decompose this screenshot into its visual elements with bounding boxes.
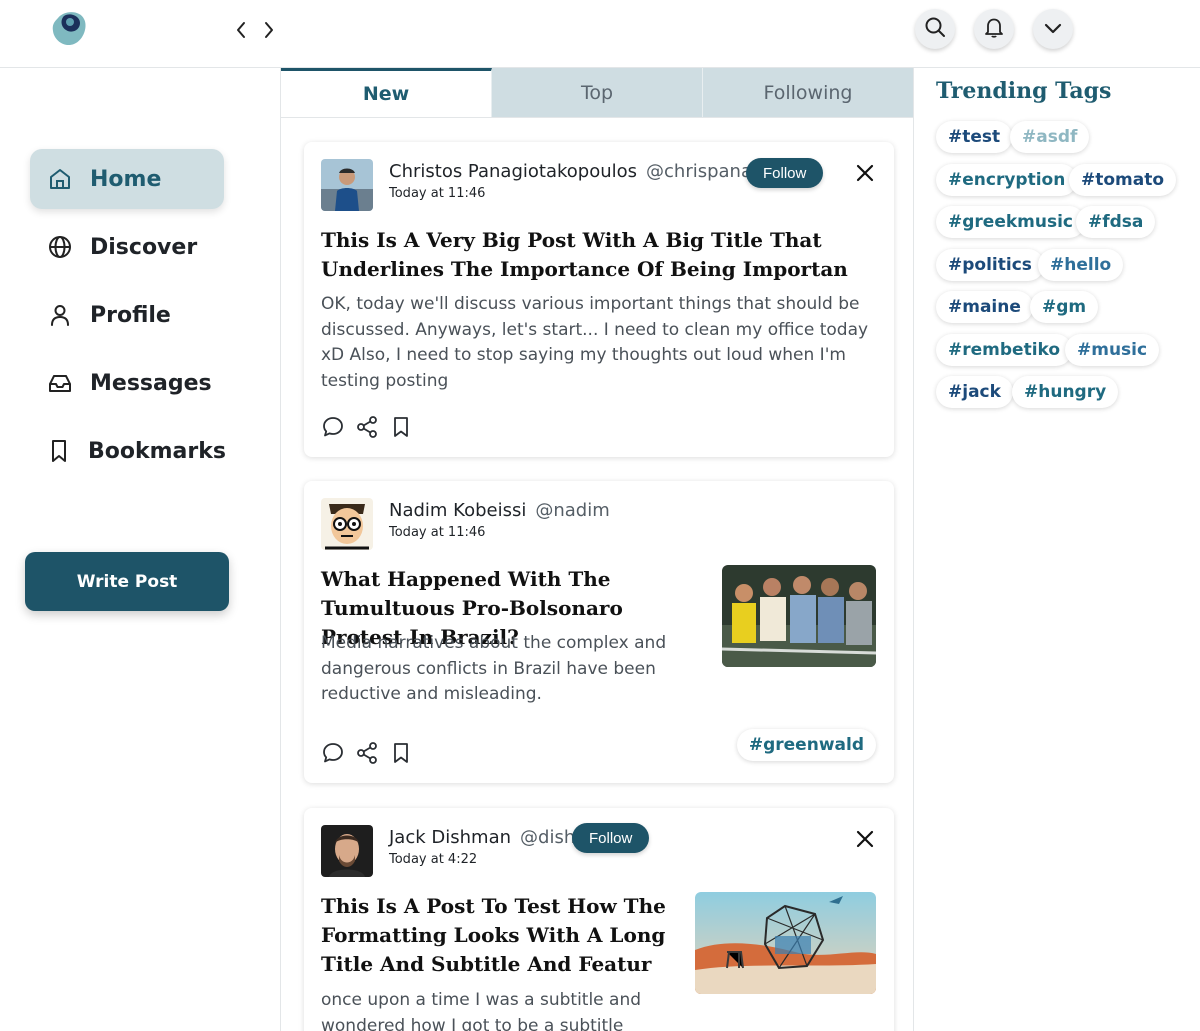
trending-tag[interactable]: #hello (1038, 249, 1124, 281)
left-sidebar: Home Discover Profile Messages Bookmarks… (0, 68, 280, 1031)
post-author: Jack Dishman @dish (389, 827, 575, 848)
sidebar-item-label: Profile (90, 302, 171, 328)
trending-tag[interactable]: #politics (936, 249, 1044, 281)
follow-button[interactable]: Follow (746, 158, 824, 188)
author-name[interactable]: Nadim Kobeissi (389, 500, 526, 521)
author-handle[interactable]: @dish (520, 827, 575, 848)
post-card[interactable]: Jack Dishman @dish Today at 4:22 Follow … (304, 808, 894, 1031)
post-tag[interactable]: #greenwald (736, 729, 876, 761)
sidebar-item-label: Bookmarks (88, 438, 226, 464)
post-actions (321, 415, 413, 439)
avatar[interactable] (321, 159, 373, 211)
avatar[interactable] (321, 498, 373, 550)
follow-button[interactable]: Follow (572, 823, 650, 853)
account-menu-button[interactable] (1033, 9, 1073, 49)
post-card[interactable]: Christos Panagiotakopoulos @chrispanag T… (304, 142, 894, 457)
trending-tag[interactable]: #fdsa (1076, 206, 1156, 238)
post-body: OK, today we'll discuss various importan… (321, 294, 869, 391)
write-post-button[interactable]: Write Post (25, 552, 229, 611)
sidebar-item-discover[interactable]: Discover (30, 217, 224, 277)
post-actions (321, 741, 413, 765)
post-card[interactable]: Nadim Kobeissi @nadim Today at 11:46 Wha… (304, 481, 894, 783)
bell-icon (983, 16, 1005, 42)
trending-tag[interactable]: #maine (936, 291, 1033, 323)
history-navigation (232, 16, 278, 44)
sidebar-item-label: Discover (90, 234, 198, 260)
trending-tag[interactable]: #jack (936, 376, 1013, 408)
trending-title: Trending Tags (936, 78, 1112, 104)
bookmark-icon (46, 437, 72, 465)
post-timestamp: Today at 11:46 (389, 525, 486, 540)
tab-new[interactable]: New (281, 68, 492, 117)
sidebar-item-profile[interactable]: Profile (30, 285, 224, 345)
trending-tag[interactable]: #tomato (1069, 164, 1177, 196)
app-logo[interactable] (50, 10, 90, 48)
trending-tag[interactable]: #gm (1030, 291, 1099, 323)
post-body: Media narratives about the complex and d… (321, 633, 667, 704)
post-author: Christos Panagiotakopoulos @chrispanag (389, 161, 763, 182)
globe-icon (46, 233, 74, 261)
sidebar-item-messages[interactable]: Messages (30, 353, 224, 413)
post-body: once upon a time I was a subtitle and wo… (321, 990, 642, 1031)
author-name[interactable]: Christos Panagiotakopoulos (389, 161, 637, 182)
share-icon[interactable] (355, 741, 379, 765)
close-icon[interactable] (854, 828, 876, 850)
chevron-down-icon (1044, 20, 1062, 39)
tab-following[interactable]: Following (703, 68, 913, 117)
trending-tag[interactable]: #encryption (936, 164, 1078, 196)
chevron-left-icon[interactable] (232, 16, 250, 44)
post-timestamp: Today at 11:46 (389, 186, 486, 201)
share-icon[interactable] (355, 415, 379, 439)
post-image[interactable] (722, 565, 876, 667)
author-name[interactable]: Jack Dishman (389, 827, 511, 848)
inbox-icon (46, 369, 74, 397)
trending-tag[interactable]: #music (1065, 334, 1160, 366)
user-icon (46, 301, 74, 329)
search-button[interactable] (915, 9, 955, 49)
post-author: Nadim Kobeissi @nadim (389, 500, 610, 521)
comment-icon[interactable] (321, 415, 345, 439)
feed: New Top Following Christos Panagiotakopo… (280, 68, 914, 1031)
sidebar-item-label: Home (90, 166, 162, 192)
post-image[interactable] (695, 892, 876, 994)
comment-icon[interactable] (321, 741, 345, 765)
search-icon (924, 16, 946, 42)
post-timestamp: Today at 4:22 (389, 852, 478, 867)
chevron-right-icon[interactable] (260, 16, 278, 44)
sidebar-item-bookmarks[interactable]: Bookmarks (30, 421, 226, 481)
trending-tag[interactable]: #hungry (1012, 376, 1119, 408)
trending-tag[interactable]: #greekmusic (936, 206, 1086, 238)
tab-top[interactable]: Top (492, 68, 703, 117)
author-handle[interactable]: @nadim (535, 500, 609, 521)
post-title[interactable]: This Is A Post To Test How The Formattin… (321, 892, 681, 979)
trending-tag[interactable]: #asdf (1010, 121, 1090, 153)
trending-tag[interactable]: #rembetiko (936, 334, 1073, 366)
trending-tag[interactable]: #test (936, 121, 1013, 153)
bookmark-icon[interactable] (389, 741, 413, 765)
top-bar (0, 0, 1200, 68)
feed-tabs: New Top Following (281, 68, 913, 118)
post-title[interactable]: This Is A Very Big Post With A Big Title… (321, 226, 871, 284)
close-icon[interactable] (854, 162, 876, 184)
sidebar-item-label: Messages (90, 370, 212, 396)
bookmark-icon[interactable] (389, 415, 413, 439)
notifications-button[interactable] (974, 9, 1014, 49)
avatar[interactable] (321, 825, 373, 877)
home-icon (46, 165, 74, 193)
sidebar-item-home[interactable]: Home (30, 149, 224, 209)
